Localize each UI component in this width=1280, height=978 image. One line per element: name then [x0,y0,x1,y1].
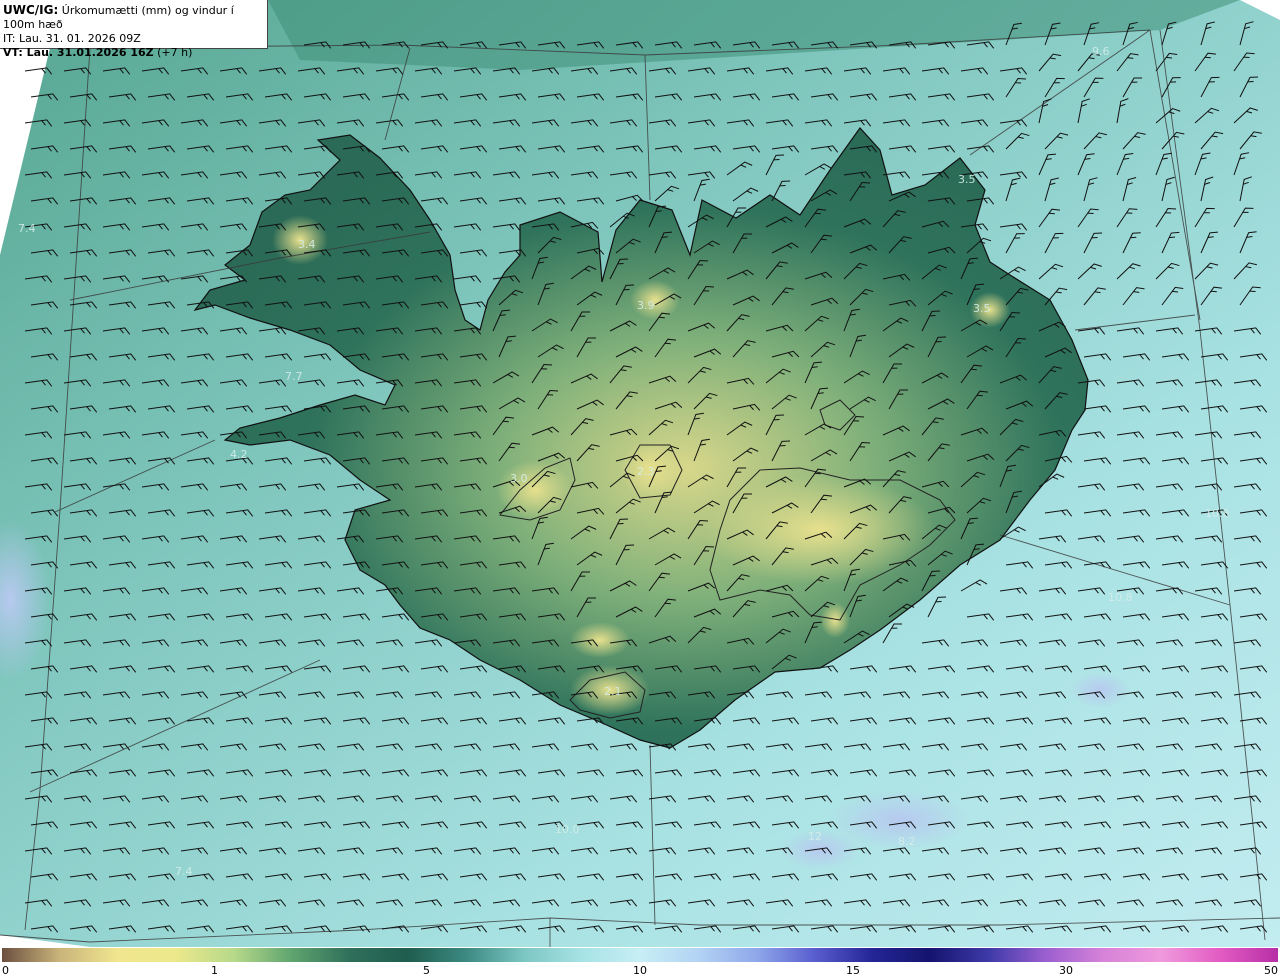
map-value: 3.5 [973,302,991,315]
map-value: 2.3 [637,465,655,478]
map-value: 7.7 [285,370,303,383]
map-title-line: UWC/IG: Úrkomumætti (mm) og vindur í 100… [3,3,267,32]
legend-tick: 5 [423,964,430,977]
legend-tick: 1 [211,964,218,977]
map-value: 9.6 [1092,45,1110,58]
legend-tick: 50 [1264,964,1278,977]
legend-tick: 15 [846,964,860,977]
map-value: 10.8 [1108,591,1133,604]
map-value: 10.8 [1205,507,1230,520]
map-value: 3.0 [510,472,528,485]
map-value: 3.4 [298,238,316,251]
map-value: 7.4 [18,222,36,235]
map-info-box: UWC/IG: Úrkomumætti (mm) og vindur í 100… [0,0,268,59]
legend-tick: 0 [2,964,9,977]
legend-tick: 30 [1059,964,1073,977]
colorbar [2,948,1278,962]
weather-map[interactable]: 9.6 7.4 3.4 3.5 3.9 3.5 7.7 4.2 3.0 2.3 … [0,0,1280,947]
map-value: 10.0 [555,823,580,836]
init-time: IT: Lau. 31. 01. 2026 09Z [3,32,141,45]
map-value: 8.2 [898,835,916,848]
color-legend: 0 1 5 10 15 30 50 [0,947,1280,978]
model-name: UWC/IG: [3,3,59,17]
valid-time-line: VT: Lau. 31.01.2026 16Z (+7 h) [3,46,267,60]
valid-time: VT: Lau. 31.01.2026 16Z [3,46,154,59]
legend-tick: 10 [633,964,647,977]
map-value: 3.5 [958,173,976,186]
lead-time: (+7 h) [157,46,193,59]
map-value: 4.2 [230,448,248,461]
map-value: 12 [808,830,822,843]
map-value: 2.1 [604,685,622,698]
map-value: 3.9 [637,299,655,312]
map-value: 7.4 [175,865,193,878]
